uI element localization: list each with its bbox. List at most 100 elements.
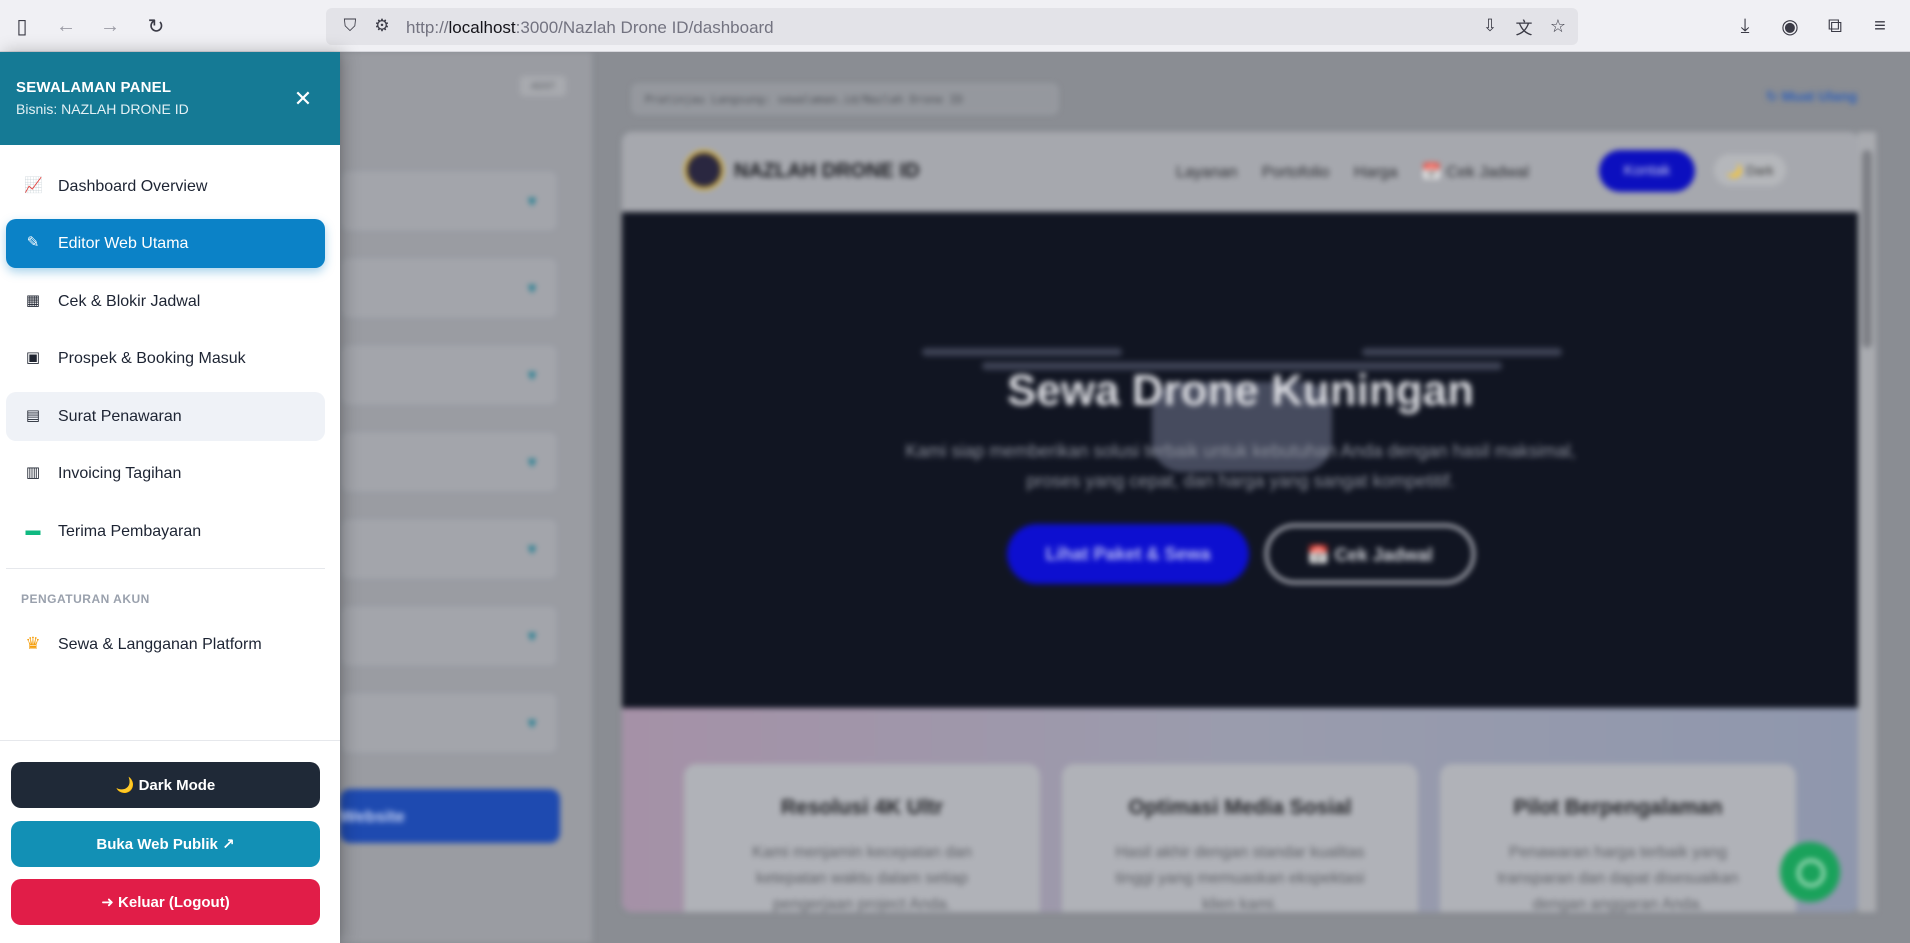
feature-title: Optimasi Media Sosial — [1128, 796, 1352, 819]
drone-arm — [922, 348, 1122, 356]
features-section: Resolusi 4K Ultr Kami menjamin kecepatan… — [622, 708, 1859, 912]
feature-card: Optimasi Media Sosial Hasil akhir dengan… — [1062, 764, 1418, 912]
sidebar-item-label: Dashboard Overview — [58, 178, 208, 195]
chevron-down-icon: ▼ — [525, 367, 539, 383]
brand-logo — [684, 150, 724, 190]
sidebar-item-sewa-langganan[interactable]: ♛ Sewa & Langganan Platform — [6, 620, 325, 669]
feature-title: Pilot Berpengalaman — [1513, 796, 1723, 819]
download-page-icon[interactable]: ⇩ — [1476, 12, 1504, 40]
sidebar-item-label: Sewa & Langganan Platform — [58, 636, 262, 653]
brand-name: NAZLAH DRONE ID — [734, 160, 920, 182]
live-preview-label: Pratinjau Langsung: sewalaman.id/Nazlah … — [632, 84, 1058, 114]
site-preview: NAZLAH DRONE ID Layanan Portofolio Harga… — [622, 132, 1859, 912]
calendar-icon: ▦ — [25, 292, 41, 309]
nav-link: Layanan — [1176, 164, 1238, 181]
sidebar-item-editor-web-utama[interactable]: ✎ Editor Web Utama — [6, 219, 325, 268]
feature-card: Pilot Berpengalaman Penawaran harga terb… — [1440, 764, 1796, 912]
preview-navbar: NAZLAH DRONE ID Layanan Portofolio Harga… — [622, 132, 1859, 212]
drawer-header: SEWALAMAN PANEL Bisnis: NAZLAH DRONE ID … — [0, 52, 340, 145]
downloads-icon[interactable]: ⤓ — [1731, 12, 1759, 40]
feature-text: Kami menjamin kecepatan dan ketepatan wa… — [752, 844, 972, 912]
hero-subtitle: Kami siap memberikan solusi terbaik untu… — [905, 441, 1576, 491]
sidebar-drawer: SEWALAMAN PANEL Bisnis: NAZLAH DRONE ID … — [0, 52, 340, 943]
check-schedule-button: 📅 Cek Jadwal — [1265, 524, 1475, 584]
nav-link: Harga — [1353, 164, 1398, 181]
preview-scrollbar-thumb — [1862, 150, 1872, 348]
drone-image — [922, 292, 1562, 542]
preview-nav-links: Layanan Portofolio Harga 📅 Cek Jadwal — [1176, 162, 1549, 182]
whatsapp-icon — [1780, 842, 1840, 902]
back-icon[interactable]: ← — [52, 12, 80, 40]
sidebar-item-dashboard-overview[interactable]: 📈 Dashboard Overview — [6, 162, 325, 211]
contact-button: Kontak — [1599, 150, 1695, 192]
sidebar-item-prospek-booking[interactable]: ▣ Prospek & Booking Masuk — [6, 334, 325, 383]
site-settings-icon[interactable]: ⚙ — [368, 12, 396, 40]
sidebar-item-invoicing-tagihan[interactable]: ▥ Invoicing Tagihan — [6, 449, 325, 498]
sidebar-item-surat-penawaran[interactable]: ▤ Surat Penawaran — [6, 392, 325, 441]
invoice-icon: ▥ — [25, 464, 41, 481]
status-badge: ADST — [520, 76, 566, 96]
editor-accordion: ▼ — [340, 257, 558, 319]
drone-arm — [1362, 348, 1562, 356]
editor-accordion: ▼ — [340, 431, 558, 493]
sidebar-item-cek-blokir-jadwal[interactable]: ▦ Cek & Blokir Jadwal — [6, 277, 325, 326]
nav-link: Portofolio — [1261, 164, 1330, 181]
account-icon[interactable]: ◉ — [1776, 12, 1804, 40]
url-path: :3000/Nazlah Drone ID/dashboard — [515, 18, 774, 37]
menu-icon[interactable]: ≡ — [1866, 12, 1894, 40]
publish-website-button: Website — [340, 789, 560, 843]
editor-accordion: ▼ — [340, 518, 558, 580]
sidebar-item-label: Cek & Blokir Jadwal — [58, 293, 201, 310]
dark-mode-button[interactable]: 🌙 Dark Mode — [11, 762, 320, 808]
translate-icon[interactable]: 文 — [1510, 12, 1538, 40]
feature-text: Penawaran harga terbaik yang transparan … — [1497, 844, 1739, 912]
hero-title: Sewa Drone Kuningan — [1007, 366, 1474, 415]
view-packages-button: Lihat Paket & Sewa — [1007, 524, 1249, 584]
feature-title: Resolusi 4K Ultr — [780, 796, 944, 819]
edit-icon: ✎ — [26, 234, 40, 251]
url-text[interactable]: http://localhost:3000/Nazlah Drone ID/da… — [406, 18, 774, 38]
chevron-down-icon: ▼ — [525, 193, 539, 209]
nav-link: 📅 Cek Jadwal — [1421, 164, 1529, 181]
chart-line-icon: 📈 — [24, 177, 43, 194]
contact-card-icon: ▣ — [25, 349, 41, 366]
wallet-icon: ▬ — [25, 522, 41, 539]
bookmark-star-icon[interactable]: ☆ — [1544, 12, 1572, 40]
editor-accordion: ▼ — [340, 692, 558, 754]
chevron-down-icon: ▼ — [525, 628, 539, 644]
close-icon[interactable]: ✕ — [290, 86, 316, 112]
chevron-down-icon: ▼ — [525, 541, 539, 557]
editor-accordion: ▼ — [340, 605, 558, 667]
chevron-down-icon: ▼ — [525, 715, 539, 731]
feature-text: Hasil akhir dengan standar kualitas ting… — [1115, 844, 1365, 912]
editor-accordion: ▼ — [340, 170, 558, 232]
address-bar[interactable]: ⛉ ⚙ http://localhost:3000/Nazlah Drone I… — [326, 8, 1578, 45]
reload-icon[interactable]: ↻ — [142, 12, 170, 40]
sidebar-toggle-icon[interactable]: ▯ — [8, 12, 36, 40]
chevron-down-icon: ▼ — [525, 454, 539, 470]
account-settings-heading: PENGATURAN AKUN — [21, 592, 150, 606]
sidebar-item-label: Surat Penawaran — [58, 408, 182, 425]
document-icon: ▤ — [25, 407, 41, 424]
sidebar-item-label: Invoicing Tagihan — [58, 465, 182, 482]
url-scheme: http:// — [406, 18, 449, 37]
shield-icon[interactable]: ⛉ — [336, 12, 364, 40]
publish-button-label: Website — [340, 807, 405, 826]
sidebar-item-terima-pembayaran[interactable]: ▬ Terima Pembayaran — [6, 507, 325, 556]
sidebar-item-label: Editor Web Utama — [58, 235, 189, 252]
open-public-web-button[interactable]: Buka Web Publik ↗ — [11, 821, 320, 867]
url-host: localhost — [448, 18, 516, 37]
extensions-icon[interactable]: ⧉ — [1821, 12, 1849, 40]
editor-accordion: ▼ — [340, 344, 558, 406]
preview-dark-toggle: 🌙 Dark — [1714, 154, 1786, 186]
chevron-down-icon: ▼ — [525, 280, 539, 296]
logout-button[interactable]: ➜ Keluar (Logout) — [11, 879, 320, 925]
feature-card: Resolusi 4K Ultr Kami menjamin kecepatan… — [684, 764, 1040, 912]
hero-section: Sewa Drone Kuningan Kami siap memberikan… — [622, 212, 1859, 708]
crown-icon: ♛ — [25, 634, 41, 653]
reload-preview-button: ↻ Muat Ulang — [1766, 88, 1858, 104]
forward-icon[interactable]: → — [96, 12, 124, 40]
sidebar-item-label: Terima Pembayaran — [58, 523, 202, 540]
sidebar-item-label: Prospek & Booking Masuk — [58, 350, 246, 367]
panel-title: SEWALAMAN PANEL — [16, 79, 172, 96]
